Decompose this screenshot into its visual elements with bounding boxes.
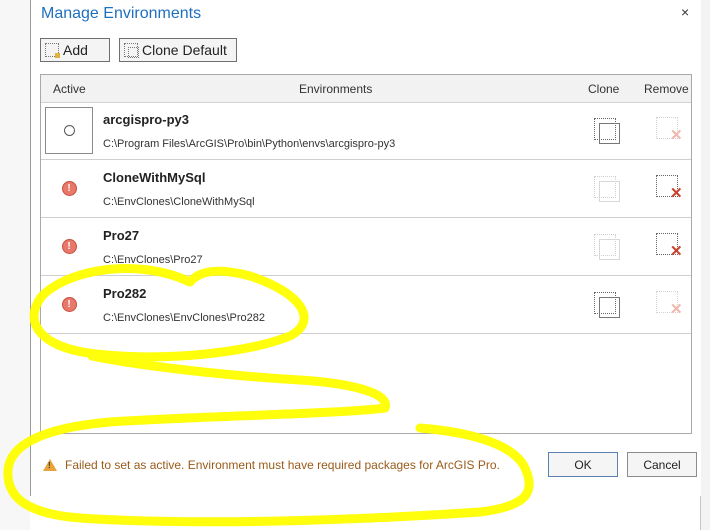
add-button[interactable]: Add [40,38,110,62]
environment-row-pro282[interactable]: ! Pro282 C:\EnvClones\EnvClones\Pro282 ✕ [41,277,691,334]
column-header-clone: Clone [588,82,620,96]
radio-icon[interactable] [63,125,75,136]
clone-icon [124,43,139,58]
status-message: Failed to set as active. Environment mus… [65,458,500,472]
error-icon: ! [61,297,77,312]
environment-name: CloneWithMySql [103,170,206,185]
clone-env-icon[interactable] [594,292,620,318]
grid-header: Active Environments Clone Remove [41,75,691,103]
environment-path: C:\EnvClones\CloneWithMySql [103,196,255,208]
column-header-remove: Remove [644,82,689,96]
error-icon: ! [61,239,77,254]
background-window-right [700,0,710,530]
clone-default-button-label: Clone Default [142,42,227,58]
environment-name: Pro282 [103,286,147,301]
error-icon: ! [61,181,77,196]
remove-env-icon: ✕ [656,117,684,145]
environment-row-pro27[interactable]: ! Pro27 C:\EnvClones\Pro27 ✕ [41,219,691,276]
active-cell[interactable] [45,107,93,154]
dialog-title: Manage Environments [41,5,202,22]
active-cell[interactable]: ! [45,223,93,270]
add-environment-icon [45,43,60,58]
active-cell[interactable]: ! [45,165,93,212]
clone-env-icon[interactable] [594,118,620,144]
active-cell[interactable]: ! [45,281,93,328]
close-icon[interactable]: × [681,4,689,20]
remove-env-icon: ✕ [656,291,684,319]
background-window-left [0,0,30,530]
add-button-label: Add [63,42,88,58]
ok-button[interactable]: OK [548,452,618,477]
environment-path: C:\EnvClones\EnvClones\Pro282 [103,312,266,324]
environment-row-arcgispro-py3[interactable]: arcgispro-py3 C:\Program Files\ArcGIS\Pr… [41,103,691,160]
environment-name: arcgispro-py3 [103,112,189,127]
clone-default-button[interactable]: Clone Default [119,38,237,62]
clone-env-icon [594,234,620,260]
warning-icon: ! [43,459,57,471]
environment-name: Pro27 [103,228,140,243]
column-header-active: Active [53,82,86,96]
clone-env-icon [594,176,620,202]
remove-env-icon[interactable]: ✕ [656,233,684,261]
environment-row-clonewithmysql[interactable]: ! CloneWithMySql C:\EnvClones\CloneWithM… [41,161,691,218]
manage-environments-dialog: Manage Environments × Add Clone Default … [30,0,701,496]
cancel-button[interactable]: Cancel [627,452,697,477]
status-bar: ! Failed to set as active. Environment m… [43,458,500,472]
column-header-environments: Environments [299,82,373,96]
environment-path: C:\EnvClones\Pro27 [103,254,203,266]
environments-grid: Active Environments Clone Remove arcgisp… [40,74,692,434]
remove-env-icon[interactable]: ✕ [656,175,684,203]
environment-path: C:\Program Files\ArcGIS\Pro\bin\Python\e… [103,138,396,150]
